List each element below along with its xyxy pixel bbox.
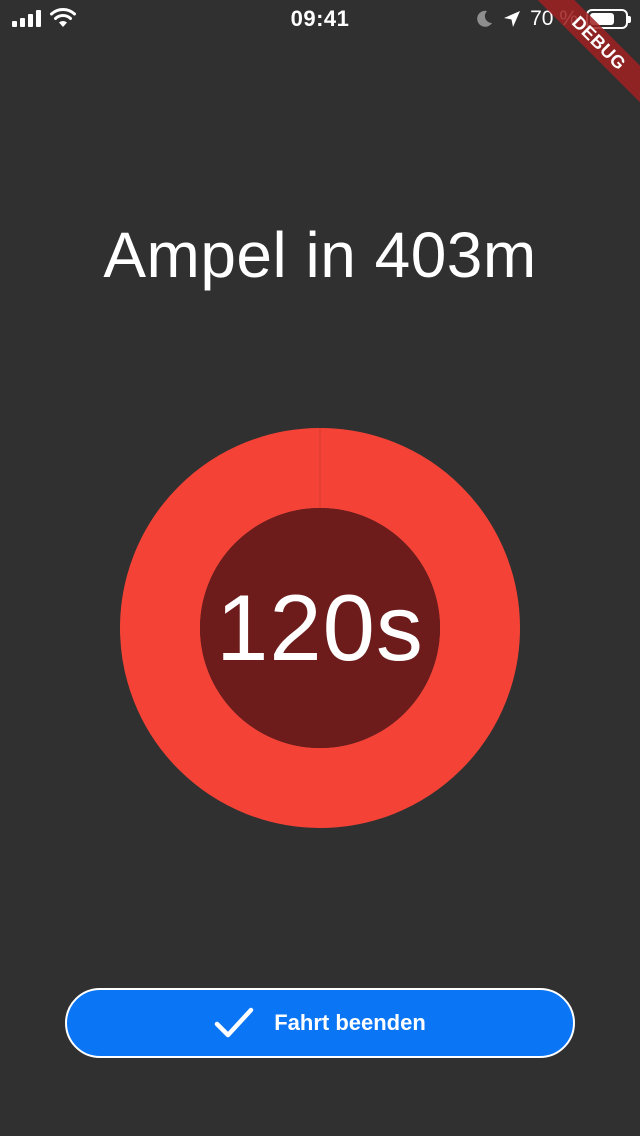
end-ride-button[interactable]: Fahrt beenden: [65, 988, 575, 1058]
moon-icon: [477, 10, 493, 27]
status-right: 70 %: [474, 7, 631, 31]
location-arrow-icon: [504, 11, 521, 27]
end-ride-button-label: Fahrt beenden: [274, 1010, 426, 1035]
battery-level: [590, 13, 614, 25]
battery-icon: [586, 9, 631, 29]
timer-value: 120s: [216, 575, 424, 680]
page-title: Ampel in 403m: [103, 219, 537, 291]
status-bar: 09:41 70 %: [0, 0, 640, 40]
check-icon: [214, 1007, 254, 1038]
battery-tip: [628, 16, 631, 23]
battery-percentage: 70 %: [530, 7, 578, 30]
countdown-timer: 120s: [120, 428, 520, 828]
